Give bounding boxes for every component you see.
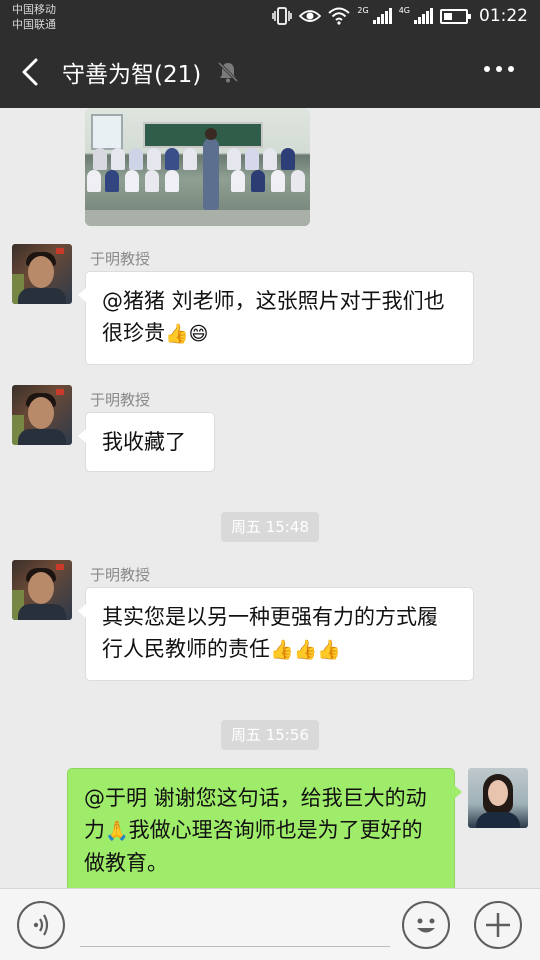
message-bubble[interactable]: 我收藏了	[78, 412, 215, 472]
thumbs-up-icon: 👍	[270, 639, 294, 661]
emoji-face-icon	[417, 918, 435, 933]
signal-icon-1	[372, 8, 392, 24]
message-bubble[interactable]: 其实您是以另一种更强有力的方式履行人民教师的责任👍👍👍	[78, 587, 474, 681]
classroom-photo[interactable]	[85, 108, 310, 226]
message-input[interactable]	[80, 903, 390, 947]
voice-button[interactable]	[17, 901, 65, 949]
grin-emoji-icon: 😄	[188, 323, 209, 345]
timestamp: 周五 15:56	[221, 720, 319, 750]
wifi-icon	[328, 7, 351, 25]
back-arrow-icon[interactable]	[14, 52, 50, 92]
my-message-bubble[interactable]: @于明 谢谢您这句话，给我巨大的动力🙏我做心理咨询师也是为了更好的做教育。	[67, 768, 462, 888]
sender-name: 于明教授	[90, 566, 151, 584]
message-text: @猪猪 刘老师，这张照片对于我们也很珍贵	[102, 289, 445, 345]
carrier-info: 中国移动 中国联通	[12, 2, 56, 32]
status-bar: 中国移动 中国联通 2G 4G 01:22	[0, 0, 540, 36]
carrier-2: 中国联通	[12, 18, 56, 31]
battery-icon	[440, 8, 471, 24]
network-label-2: 4G	[398, 5, 410, 15]
my-avatar[interactable]	[468, 768, 528, 828]
signal-icon-2	[414, 8, 433, 24]
sender-name: 于明教授	[90, 250, 151, 268]
message-bubble[interactable]: @猪猪 刘老师，这张照片对于我们也很珍贵👍😄	[78, 271, 474, 365]
message-text-continued: 我做心理咨询师也是为了更好的做教育。	[84, 818, 423, 875]
eye-icon	[299, 10, 322, 22]
network-label-1: 2G	[357, 5, 369, 15]
timestamp: 周五 15:48	[221, 512, 319, 542]
thumbs-up-icon: 👍	[293, 639, 318, 661]
status-icons: 2G 4G 01:22	[272, 6, 528, 26]
plus-icon	[486, 913, 510, 937]
thumbs-up-icon: 👍	[165, 323, 189, 345]
thumbs-up-icon: 👍	[317, 639, 342, 661]
carrier-1: 中国移动	[12, 3, 56, 16]
more-functions-button[interactable]	[474, 901, 522, 949]
pray-hands-icon: 🙏	[105, 820, 129, 842]
voice-icon	[33, 914, 49, 936]
emoji-button[interactable]	[402, 901, 450, 949]
input-bar	[0, 888, 540, 960]
avatar[interactable]	[12, 560, 72, 620]
avatar[interactable]	[12, 385, 72, 445]
avatar[interactable]	[12, 244, 72, 304]
more-dots-icon	[484, 66, 490, 72]
mute-bell-icon	[217, 61, 239, 83]
clock: 01:22	[479, 6, 528, 26]
vibrate-icon	[272, 7, 293, 25]
message-text: 我收藏了	[102, 430, 186, 454]
more-options-button[interactable]	[484, 66, 514, 72]
chat-header: 守善为智(21)	[0, 36, 540, 108]
sender-name: 于明教授	[90, 391, 151, 409]
chat-area[interactable]: 于明教授 @猪猪 刘老师，这张照片对于我们也很珍贵👍😄 于明教授 我收藏了 周五…	[0, 108, 540, 888]
chat-title: 守善为智(21)	[62, 62, 202, 88]
